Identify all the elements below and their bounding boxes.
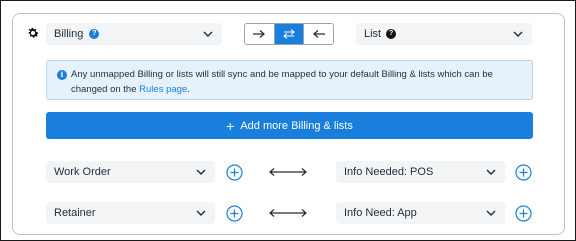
info-icon: i — [57, 70, 67, 80]
mapping-right-label: Info Needed: POS — [344, 166, 434, 178]
chevron-down-icon — [485, 207, 497, 219]
info-text: Any unmapped Billing or lists will still… — [71, 69, 493, 95]
mapping-right-select[interactable]: Info Need: App — [336, 202, 505, 224]
gear-icon[interactable] — [26, 26, 40, 40]
mapping-left-select[interactable]: Retainer — [46, 202, 215, 224]
sync-direction-toggle — [244, 23, 334, 45]
list-type-select[interactable]: List ? — [356, 23, 532, 45]
bidirectional-arrow-icon — [268, 167, 308, 177]
swap-arrows-icon — [283, 29, 295, 39]
list-type-label: List — [364, 28, 382, 40]
chevron-down-icon — [512, 28, 524, 40]
info-banner: i Any unmapped Billing or lists will sti… — [46, 60, 533, 100]
billing-type-select[interactable]: Billing ? — [46, 23, 222, 45]
sync-both-button[interactable] — [273, 24, 304, 44]
sync-right-button[interactable] — [245, 24, 274, 44]
help-icon[interactable]: ? — [386, 29, 397, 39]
plus-icon: + — [226, 117, 235, 134]
sync-left-button[interactable] — [303, 24, 333, 44]
chevron-down-icon — [202, 28, 214, 40]
mapping-left-select[interactable]: Work Order — [46, 161, 215, 183]
add-mapping-right-button[interactable] — [515, 205, 532, 222]
add-mapping-left-button[interactable] — [226, 164, 243, 181]
mapping-left-label: Retainer — [54, 207, 96, 219]
add-more-label: Add more Billing & lists — [240, 119, 353, 132]
chevron-down-icon — [195, 207, 207, 219]
billing-type-label: Billing — [54, 28, 84, 40]
mapping-left-label: Work Order — [54, 166, 111, 178]
chevron-down-icon — [485, 166, 497, 178]
chevron-down-icon — [195, 166, 207, 178]
add-mapping-left-button[interactable] — [226, 205, 243, 222]
window-frame: Billing ? List ? i Any unmapped Billing … — [0, 0, 576, 241]
add-more-button[interactable]: + Add more Billing & lists — [46, 112, 533, 139]
left-arrow-icon — [312, 30, 325, 38]
help-icon[interactable]: ? — [89, 29, 100, 39]
add-mapping-right-button[interactable] — [515, 164, 532, 181]
bidirectional-arrow-icon — [268, 208, 308, 218]
sync-mapping-card: Billing ? List ? i Any unmapped Billing … — [12, 13, 565, 235]
rules-page-link[interactable]: Rules page — [139, 84, 187, 95]
plus-circle-icon — [226, 205, 243, 222]
mapping-right-select[interactable]: Info Needed: POS — [336, 161, 505, 183]
plus-circle-icon — [226, 164, 243, 181]
plus-circle-icon — [515, 164, 532, 181]
mapping-right-label: Info Need: App — [344, 207, 417, 219]
plus-circle-icon — [515, 205, 532, 222]
right-arrow-icon — [253, 30, 266, 38]
